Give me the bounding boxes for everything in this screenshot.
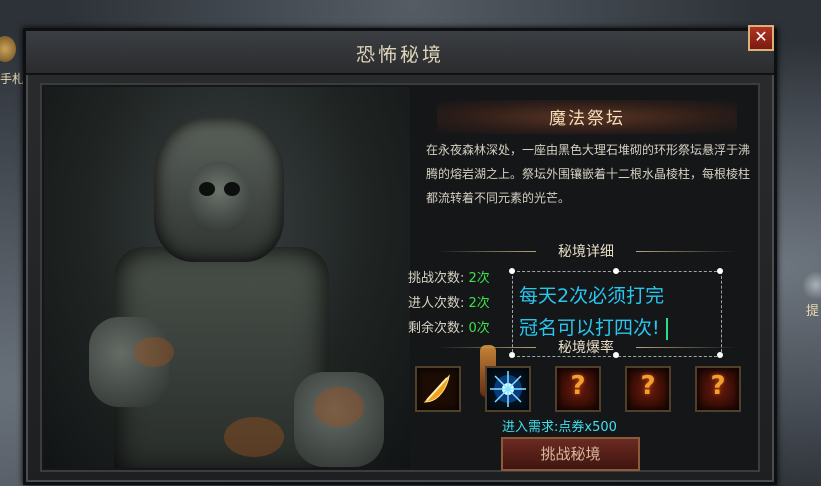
feather-weapon-icon [423,374,450,403]
question-mark-icon: ? [640,371,656,401]
blue-star-burst-icon [490,371,526,407]
dialog-content: 魔法祭坛 在永夜森林深处，一座由黑色大理石堆砌的环形祭坛悬浮于沸腾的熔岩湖之上。… [40,83,760,472]
statue-eye-left [199,182,215,196]
drop-slot[interactable]: ? [555,366,601,412]
statue-eye-right [224,182,240,196]
question-mark-icon: ? [570,371,586,401]
title-bar: 恐怖秘境 [26,31,774,75]
resize-handle[interactable] [613,268,619,274]
rust-patch [134,337,174,367]
rust-patch [224,417,284,457]
dungeon-dialog: 恐怖秘境 ✕ 魔法祭坛 在永夜森林深处，一座由黑色大理石堆砌的环形祭坛悬浮于沸腾… [23,25,777,485]
statue-skull-face [189,162,249,232]
stat-label: 进人次数: [408,296,465,311]
drop-slot[interactable] [485,366,531,412]
dialog-title: 恐怖秘境 [355,44,444,66]
drops-header-label: 秘境爆率 [558,340,614,356]
details-header: 秘境详细 [426,241,746,261]
right-edge-label[interactable]: 提 [806,300,819,319]
dungeon-name: 魔法祭坛 [549,109,625,129]
stone-golem-statue-artwork [44,87,410,468]
stat-value: 0次 [468,321,490,336]
dungeon-description: 在永夜森林深处，一座由黑色大理石堆砌的环形祭坛悬浮于沸腾的熔岩湖之上。祭坛外围镶… [426,143,751,205]
stat-label: 挑战次数: [408,271,465,286]
stat-entry-count: 进人次数: 2次 [408,292,490,311]
question-mark-icon: ? [710,371,726,401]
stat-value: 2次 [468,296,490,311]
stat-remaining-count: 剩余次数: 0次 [408,317,490,336]
close-button[interactable]: ✕ [748,25,774,51]
stat-value: 2次 [468,271,490,286]
challenge-button[interactable]: 挑战秘境 [501,437,640,471]
stat-label: 剩余次数: [408,321,465,336]
overlay-text-line2[interactable]: 冠名可以打四次! [519,313,668,340]
stat-challenge-count: 挑战次数: 2次 [408,267,490,286]
drop-slot[interactable]: ? [625,366,671,412]
resize-handle[interactable] [717,268,723,274]
overlay-text-line1[interactable]: 每天2次必须打完 [519,281,664,308]
drops-header: 秘境爆率 [426,337,746,357]
drop-slot[interactable]: ? [695,366,741,412]
details-header-label: 秘境详细 [558,244,614,260]
entry-requirement: 进入需求:点券x500 [502,420,617,435]
resize-handle[interactable] [509,268,515,274]
rust-patch [314,387,364,427]
drop-slot[interactable] [415,366,461,412]
left-edge-label[interactable]: 手札 [0,70,24,87]
